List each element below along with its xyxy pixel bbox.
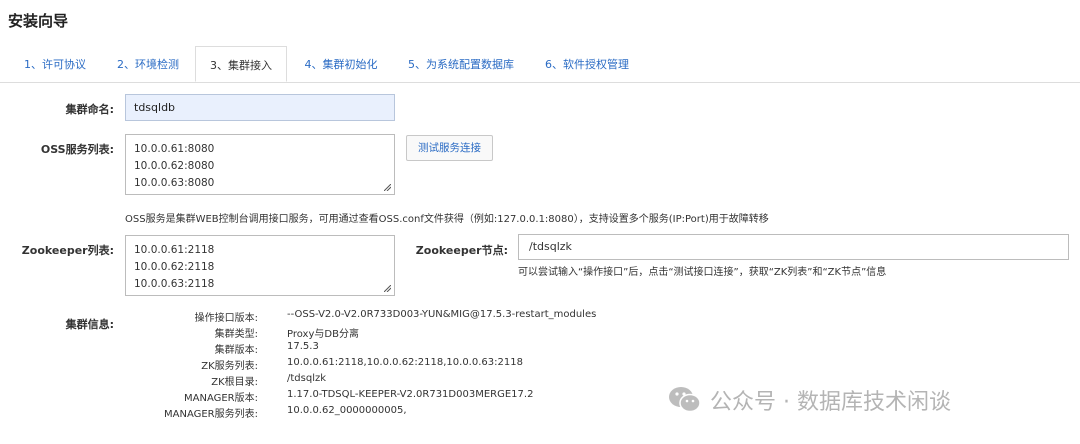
resize-grip-icon[interactable] <box>384 285 391 292</box>
info-value-manager-service-list: 10.0.0.62_0000000005, <box>287 405 407 416</box>
page-title: 安装向导 <box>8 12 69 30</box>
zk-hint-text: 可以尝试输入“操作接口”后，点击“测试接口连接”，获取“ZK列表”和“ZK节点”… <box>518 267 887 278</box>
zk-list-textarea[interactable]: 10.0.0.61:2118 10.0.0.62:2118 10.0.0.63:… <box>125 235 395 296</box>
tab-cluster-init[interactable]: 4、集群初始化 <box>292 46 390 82</box>
wechat-icon <box>669 387 701 413</box>
resize-grip-icon[interactable] <box>384 184 391 191</box>
tab-env-check[interactable]: 2、环境检测 <box>104 46 192 82</box>
oss-list-textarea[interactable]: 10.0.0.61:8080 10.0.0.62:8080 10.0.0.63:… <box>125 134 395 195</box>
info-value-manager-version: 1.17.0-TDSQL-KEEPER-V2.0R731D003MERGE17.… <box>287 389 534 400</box>
watermark-text: 公众号 · 数据库技术闲谈 <box>710 390 951 415</box>
tab-license-mgmt[interactable]: 6、软件授权管理 <box>533 46 641 82</box>
zk-node-label: Zookeeper节点: <box>415 244 508 257</box>
zk-node-input[interactable]: /tdsqlzk <box>518 234 1069 260</box>
tab-license[interactable]: 1、许可协议 <box>10 46 100 82</box>
info-value-cluster-type: Proxy与DB分离 <box>287 329 359 340</box>
cluster-name-input[interactable]: tdsqldb <box>125 94 395 121</box>
zk-line: 10.0.0.62:2118 <box>134 261 215 273</box>
info-value-zk-service-list: 10.0.0.61:2118,10.0.0.62:2118,10.0.0.63:… <box>287 357 523 368</box>
info-key-cluster-version: 集群版本: <box>214 345 258 356</box>
tab-cluster-access[interactable]: 3、集群接入 <box>195 46 287 82</box>
tab-db-config[interactable]: 5、为系统配置数据库 <box>396 46 526 82</box>
cluster-name-label: 集群命名: <box>65 103 114 116</box>
oss-hint-text: OSS服务是集群WEB控制台调用接口服务，可用通过查看OSS.conf文件获得（… <box>125 214 769 225</box>
info-value-zk-root: /tdsqlzk <box>287 373 327 384</box>
info-key-api-version: 操作接口版本: <box>194 313 258 324</box>
zk-list-label: Zookeeper列表: <box>21 244 114 257</box>
cluster-info-label: 集群信息: <box>65 318 114 331</box>
oss-line: 10.0.0.61:8080 <box>134 143 215 155</box>
wizard-tabs: 1、许可协议 2、环境检测 3、集群接入 4、集群初始化 5、为系统配置数据库 … <box>0 46 1080 83</box>
info-key-zk-root: ZK根目录: <box>211 377 258 388</box>
info-value-cluster-version: 17.5.3 <box>287 341 319 352</box>
info-key-manager-service-list: MANAGER服务列表: <box>164 409 258 420</box>
oss-list-label: OSS服务列表: <box>40 143 114 156</box>
zk-line: 10.0.0.61:2118 <box>134 244 215 256</box>
oss-line: 10.0.0.62:8080 <box>134 160 215 172</box>
watermark: 公众号 · 数据库技术闲谈 <box>668 383 951 417</box>
oss-line: 10.0.0.63:8080 <box>134 177 215 189</box>
test-service-connection-button[interactable]: 测试服务连接 <box>406 135 493 161</box>
info-key-manager-version: MANAGER版本: <box>184 393 258 404</box>
info-key-zk-service-list: ZK服务列表: <box>201 361 258 372</box>
zk-line: 10.0.0.63:2118 <box>134 278 215 290</box>
info-key-cluster-type: 集群类型: <box>214 329 258 340</box>
info-value-api-version: --OSS-V2.0-V2.0R733D003-YUN&MIG@17.5.3-r… <box>287 309 597 320</box>
